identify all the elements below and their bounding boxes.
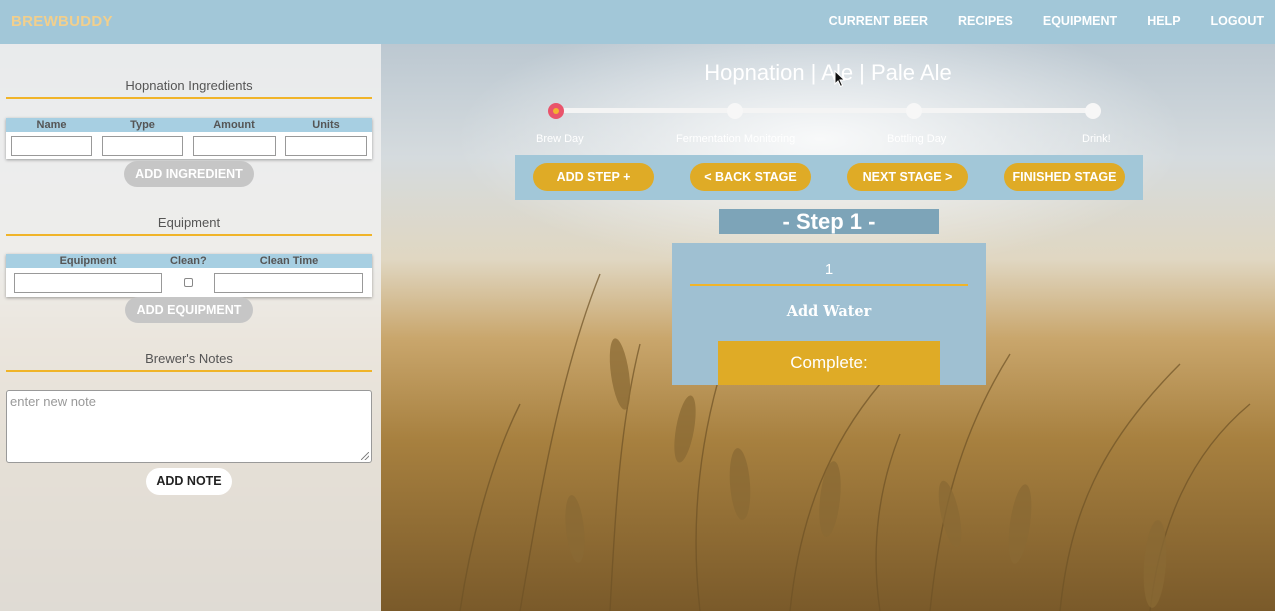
column-equipment: Equipment [59,255,117,267]
left-sidebar: Hopnation Ingredients Name Type Amount U… [0,44,381,611]
column-amount: Amount [213,119,255,131]
nav-menu: CURRENT BEER RECIPES EQUIPMENT HELP LOGO… [829,14,1275,28]
ingredient-name-input[interactable] [11,135,92,156]
note-placeholder: enter new note [10,394,97,409]
step-card: 1 Add Water Complete: [672,243,986,385]
stage-controls-bar: ADD STEP + < BACK STAGE NEXT STAGE > FIN… [515,155,1143,200]
ingredients-table: Name Type Amount Units [6,118,372,159]
add-equipment-button[interactable]: ADD EQUIPMENT [125,297,253,323]
column-name: Name [36,119,67,131]
complete-button[interactable]: Complete: [718,341,940,385]
ingredient-type-input[interactable] [102,135,183,156]
clean-time-input[interactable] [214,272,363,293]
column-clean: Clean? [170,255,207,267]
top-navbar: BREWBUDDY CURRENT BEER RECIPES EQUIPMENT… [0,0,1275,44]
stage-node-bottling[interactable] [906,103,922,119]
back-stage-button[interactable]: < BACK STAGE [690,163,811,191]
step-number: 1 [690,261,968,286]
brand-logo[interactable]: BREWBUDDY [11,13,113,30]
ingredient-units-input[interactable] [285,135,367,156]
stage-node-brew-day[interactable] [548,103,564,119]
equipment-table-header: Equipment Clean? Clean Time [6,254,372,268]
note-textarea[interactable]: enter new note [6,390,372,463]
stage-node-fermentation[interactable] [727,103,743,119]
clean-checkbox-cell [162,278,214,287]
resize-handle-icon[interactable] [361,452,369,460]
add-ingredient-button[interactable]: ADD INGREDIENT [124,161,254,187]
step-heading: - Step 1 - [719,209,939,234]
beer-title: Hopnation | Ale | Pale Ale [704,60,952,85]
step-name: Add Water [786,303,872,320]
stage-label-brew-day: Brew Day [536,133,584,145]
column-units: Units [312,119,340,131]
add-step-button[interactable]: ADD STEP + [533,163,654,191]
ingredients-table-header: Name Type Amount Units [6,118,372,132]
stage-progress-track [556,108,1093,113]
ingredient-amount-input[interactable] [193,135,276,156]
nav-help[interactable]: HELP [1147,14,1180,28]
add-note-button[interactable]: ADD NOTE [146,468,232,495]
stage-label-drink: Drink! [1082,133,1111,145]
stage-label-bottling: Bottling Day [887,133,947,145]
ingredients-input-row [6,132,372,159]
nav-current-beer[interactable]: CURRENT BEER [829,14,928,28]
nav-recipes[interactable]: RECIPES [958,14,1013,28]
ingredients-title: Hopnation Ingredients [6,78,372,99]
equipment-input-row [6,268,372,297]
mouse-cursor-icon [834,70,846,88]
equipment-name-input[interactable] [14,272,162,293]
notes-title: Brewer's Notes [6,351,372,372]
finished-stage-button[interactable]: FINISHED STAGE [1004,163,1125,191]
stage-label-fermentation: Fermentation Monitoring [676,133,796,145]
nav-equipment[interactable]: EQUIPMENT [1043,14,1117,28]
clean-checkbox[interactable] [183,278,193,287]
equipment-table: Equipment Clean? Clean Time [6,254,372,297]
column-clean-time: Clean Time [259,255,319,267]
equipment-title: Equipment [6,215,372,236]
column-type: Type [130,119,155,131]
next-stage-button[interactable]: NEXT STAGE > [847,163,968,191]
stage-node-drink[interactable] [1085,103,1101,119]
nav-logout[interactable]: LOGOUT [1211,14,1264,28]
